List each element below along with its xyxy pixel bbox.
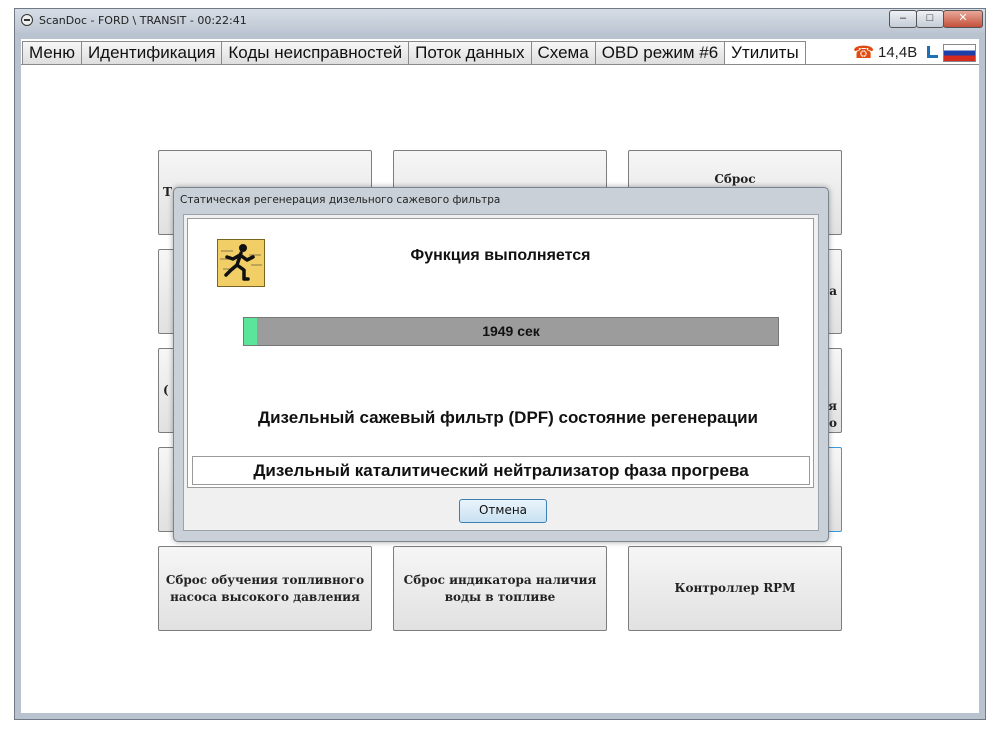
utility-label-14: Сброс индикатора наличия воды в топливе [403, 572, 597, 604]
window-title: ScanDoc - FORD \ TRANSIT - 00:22:41 [39, 14, 247, 27]
dialog-title: Статическая регенерация дизельного сажев… [180, 194, 501, 206]
reset-hp-fuel-pump-learning-button[interactable]: Сброс обучения топливного насоса высоког… [158, 546, 372, 631]
regeneration-progress-bar: 1949 сек [243, 317, 779, 346]
tab-obd-mode-6[interactable]: OBD режим #6 [594, 41, 725, 65]
function-running-text: Функция выполняется [410, 247, 591, 264]
voltage-readout: 14,4В [878, 44, 918, 61]
tab-fault-codes[interactable]: Коды неисправностей [221, 41, 409, 65]
reset-water-in-fuel-indicator-button[interactable]: Сброс индикатора наличия воды в топливе [393, 546, 607, 631]
close-button[interactable]: ✕ [943, 10, 983, 28]
tab-underline [21, 64, 979, 65]
plug-icon [925, 46, 939, 60]
rpm-controller-button[interactable]: Контроллер RPM [628, 546, 842, 631]
utility-label-13: Сброс обучения топливного насоса высоког… [165, 572, 365, 604]
utility-label-15: Контроллер RPM [674, 581, 796, 595]
tab-identification[interactable]: Идентификация [80, 41, 222, 65]
phone-icon: ☎ [853, 43, 875, 62]
tab-strip: Меню Идентификация Коды неисправностей П… [22, 41, 806, 65]
app-icon [21, 14, 33, 26]
dialog-body: Функция выполняется 1949 сек Дизельный с… [183, 214, 819, 531]
tab-data-stream[interactable]: Поток данных [408, 41, 531, 65]
russian-flag-icon[interactable] [943, 44, 976, 62]
tab-menu[interactable]: Меню [22, 41, 81, 65]
utility-label-9a: я [828, 399, 837, 413]
utility-label-6: а [829, 284, 837, 298]
title-bar: ScanDoc - FORD \ TRANSIT - 00:22:41 – □ … [15, 9, 985, 33]
progress-label: 1949 сек [482, 323, 540, 339]
cancel-button[interactable]: Отмена [459, 499, 547, 523]
cancel-label: Отмена [478, 503, 528, 517]
status-area: ☎ 14,4В [849, 42, 979, 64]
utility-label-7: ( [163, 383, 169, 397]
utility-label-1: Т [163, 185, 172, 199]
dpf-status-text: Дизельный сажевый фильтр (DPF) состояние… [258, 408, 758, 427]
utility-label-9b: о [828, 416, 837, 430]
minimize-button[interactable]: – [889, 10, 917, 28]
phase-text: Дизельный каталитический нейтрализатор ф… [192, 456, 810, 485]
tab-utilities[interactable]: Утилиты [724, 41, 806, 65]
dpf-regeneration-dialog: Статическая регенерация дизельного сажев… [173, 187, 829, 542]
tab-scheme[interactable]: Схема [530, 41, 595, 65]
dialog-content-panel: Функция выполняется 1949 сек Дизельный с… [187, 218, 814, 488]
maximize-button[interactable]: □ [916, 10, 944, 28]
